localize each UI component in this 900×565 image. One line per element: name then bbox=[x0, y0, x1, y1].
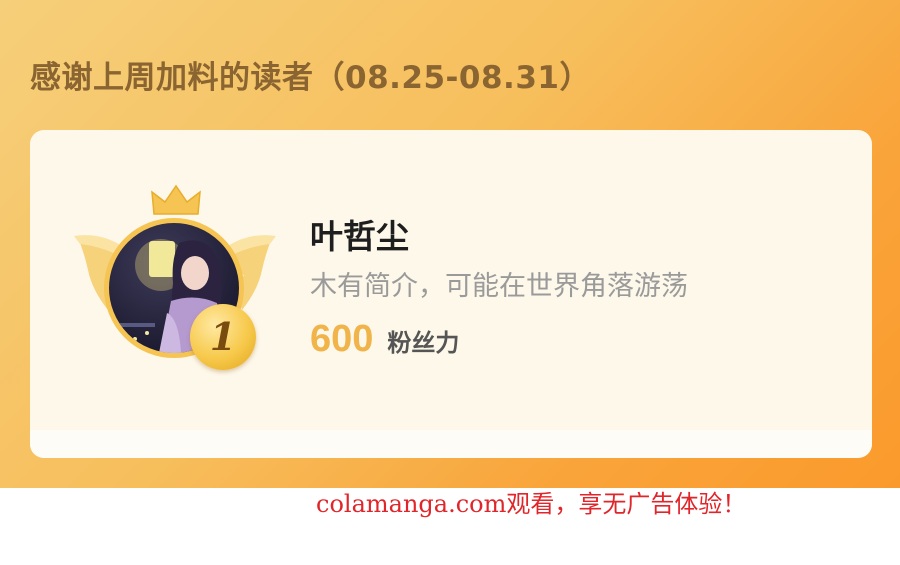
fan-power-label: 粉丝力 bbox=[387, 329, 460, 357]
reader-bio: 木有简介，可能在世界角落游荡 bbox=[310, 271, 688, 302]
avatar-frame: 1 bbox=[70, 180, 280, 380]
card-footer-strip bbox=[30, 430, 872, 458]
fan-power-value: 600 bbox=[310, 318, 374, 360]
rank-number: 1 bbox=[209, 314, 237, 359]
crown-icon bbox=[151, 184, 201, 215]
site-watermark: colamanga.com观看，享无广告体验！ bbox=[316, 490, 747, 518]
fan-power: 600 粉丝力 bbox=[310, 318, 459, 361]
reader-name[interactable]: 叶哲尘 bbox=[310, 210, 409, 258]
rank-medal-icon: 1 bbox=[190, 304, 256, 370]
page-title: 感谢上周加料的读者（08.25-08.31） bbox=[30, 60, 591, 96]
